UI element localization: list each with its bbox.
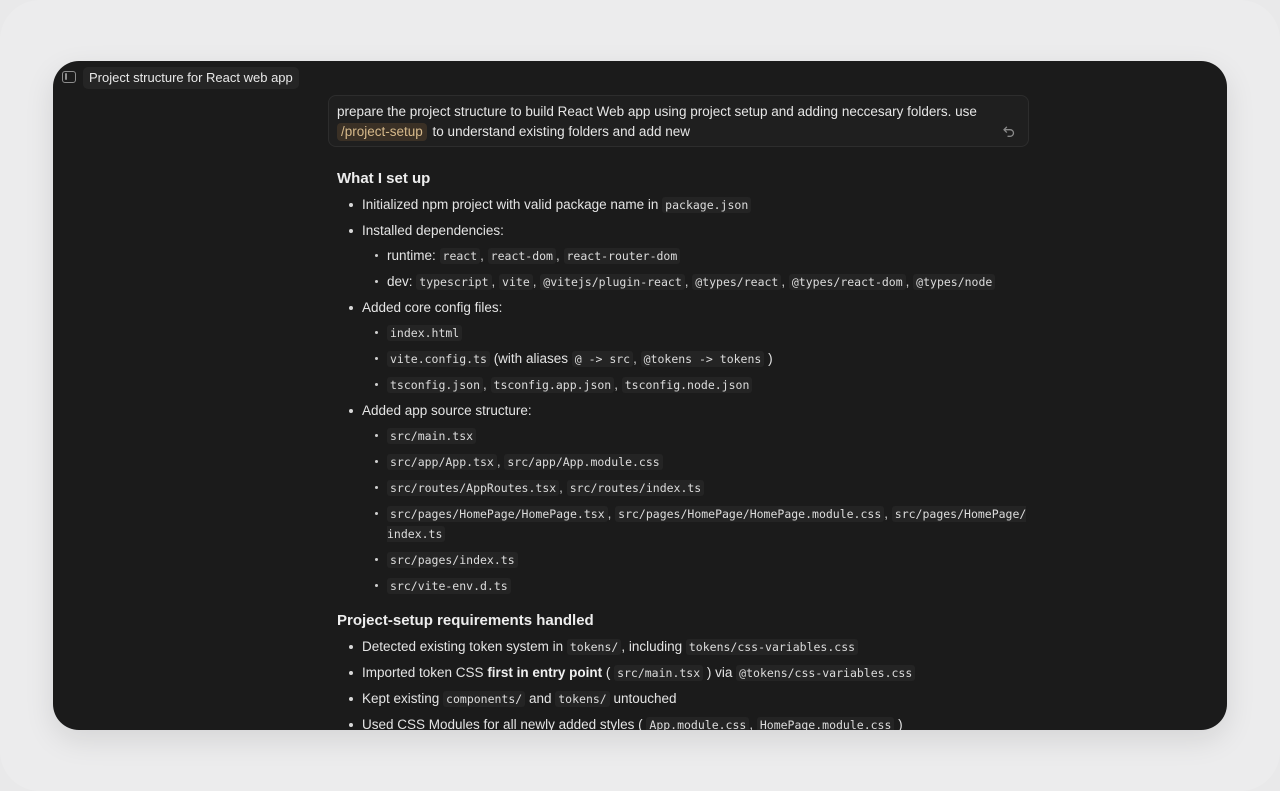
list-item: Kept existing components/ and tokens/ un… — [337, 689, 1037, 709]
list-item: Initialized npm project with valid packa… — [337, 195, 1037, 215]
prompt-text-after: to understand existing folders and add n… — [428, 123, 690, 139]
setup-list: Initialized npm project with valid packa… — [337, 195, 1037, 596]
list-item: Added core config files: index.html vite… — [337, 298, 1037, 395]
source-list: src/main.tsx src/app/App.tsx, src/app/Ap… — [362, 426, 1037, 596]
titlebar: Project structure for React web app — [53, 61, 1227, 95]
list-item: Added app source structure: src/main.tsx… — [337, 401, 1037, 596]
conversation-title[interactable]: Project structure for React web app — [83, 67, 299, 89]
prompt-text-before: prepare the project structure to build R… — [337, 104, 977, 119]
list-item: Installed dependencies: runtime: react, … — [337, 221, 1037, 292]
user-prompt: prepare the project structure to build R… — [328, 95, 1029, 147]
undo-icon[interactable] — [1002, 124, 1016, 138]
command-chip[interactable]: /project-setup — [337, 122, 427, 141]
dependency-list: runtime: react, react-dom, react-router-… — [362, 246, 1037, 292]
code-span: package.json — [662, 197, 752, 213]
assistant-response: What I set up Initialized npm project wi… — [337, 169, 1037, 730]
section-heading-setup: What I set up — [337, 170, 431, 187]
list-item: dev: typescript, vite, @vitejs/plugin-re… — [362, 272, 1037, 292]
requirements-list: Detected existing token system in tokens… — [337, 637, 1037, 730]
list-item: src/main.tsx — [362, 426, 1037, 446]
sidebar-toggle-icon[interactable] — [62, 71, 76, 83]
list-item: src/pages/index.ts — [362, 550, 1037, 570]
section-heading-requirements: Project-setup requirements handled — [337, 612, 594, 629]
list-item: Used CSS Modules for all newly added sty… — [337, 715, 1037, 730]
list-item: tsconfig.json, tsconfig.app.json, tsconf… — [362, 375, 1037, 395]
list-item: src/app/App.tsx, src/app/App.module.css — [362, 452, 1037, 472]
app-window: Project structure for React web app prep… — [53, 61, 1227, 730]
list-item: src/pages/HomePage/HomePage.tsx, src/pag… — [362, 504, 1037, 544]
list-item: Imported token CSS first in entry point … — [337, 663, 1037, 683]
list-item: runtime: react, react-dom, react-router-… — [362, 246, 1037, 266]
list-item: vite.config.ts (with aliases @ -> src, @… — [362, 349, 1037, 369]
list-item: src/routes/AppRoutes.tsx, src/routes/ind… — [362, 478, 1037, 498]
config-list: index.html vite.config.ts (with aliases … — [362, 323, 1037, 395]
list-item: src/vite-env.d.ts — [362, 576, 1037, 596]
list-item: Detected existing token system in tokens… — [337, 637, 1037, 657]
list-item: index.html — [362, 323, 1037, 343]
